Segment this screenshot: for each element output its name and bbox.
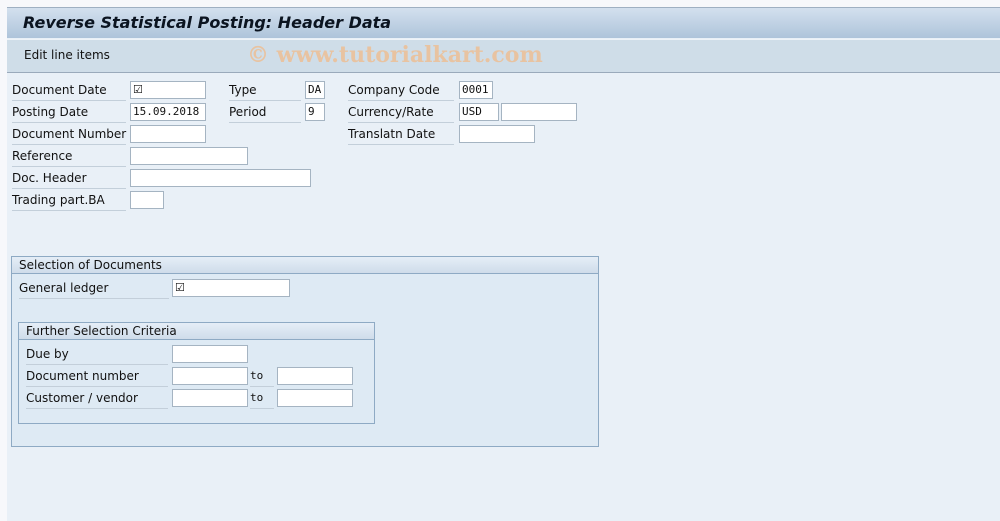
posting-date-label: Posting Date (12, 102, 126, 123)
title-bar: Reverse Statistical Posting: Header Data (7, 7, 1000, 38)
document-number-to-label: to (250, 366, 274, 387)
watermark: © www.tutorialkart.com (247, 42, 543, 68)
period-input[interactable]: 9 (305, 103, 325, 121)
company-code-label: Company Code (348, 80, 454, 101)
customer-vendor-from-input[interactable] (172, 389, 248, 407)
application-toolbar: Edit line items © www.tutorialkart.com (7, 39, 1000, 73)
company-code-input[interactable]: 0001 (459, 81, 493, 99)
customer-vendor-to-input[interactable] (277, 389, 353, 407)
trading-part-ba-label: Trading part.BA (12, 190, 126, 211)
document-date-input[interactable]: ☑ (130, 81, 206, 99)
reference-input[interactable] (130, 147, 248, 165)
currency-input[interactable]: USD (459, 103, 499, 121)
document-date-label: Document Date (12, 80, 126, 101)
customer-vendor-label: Customer / vendor (26, 388, 168, 409)
doc-header-input[interactable] (130, 169, 311, 187)
document-number-from-input[interactable] (172, 367, 248, 385)
reference-label: Reference (12, 146, 126, 167)
selection-of-documents-title: Selection of Documents (12, 257, 598, 274)
document-number-label: Document Number (12, 124, 126, 145)
trading-part-ba-input[interactable] (130, 191, 164, 209)
period-label: Period (229, 102, 301, 123)
due-by-label: Due by (26, 344, 168, 365)
document-number-input[interactable] (130, 125, 206, 143)
customer-vendor-to-label: to (250, 388, 274, 409)
edit-line-items-button[interactable]: Edit line items (24, 48, 110, 62)
general-ledger-label: General ledger (19, 278, 169, 299)
checkbox-checked-icon: ☑ (133, 83, 143, 96)
translatn-date-label: Translatn Date (348, 124, 454, 145)
currency-rate-label: Currency/Rate (348, 102, 454, 123)
page-title: Reverse Statistical Posting: Header Data (23, 13, 392, 32)
exchange-rate-input[interactable] (501, 103, 577, 121)
translatn-date-input[interactable] (459, 125, 535, 143)
document-number-sel-label: Document number (26, 366, 168, 387)
posting-date-input[interactable]: 15.09.2018 (130, 103, 206, 121)
type-label: Type (229, 80, 301, 101)
doc-header-label: Doc. Header (12, 168, 126, 189)
type-input[interactable]: DA (305, 81, 325, 99)
document-number-to-input[interactable] (277, 367, 353, 385)
general-ledger-input[interactable]: ☑ (172, 279, 290, 297)
due-by-input[interactable] (172, 345, 248, 363)
further-selection-criteria-title: Further Selection Criteria (19, 323, 374, 340)
checkbox-checked-icon: ☑ (175, 281, 185, 294)
